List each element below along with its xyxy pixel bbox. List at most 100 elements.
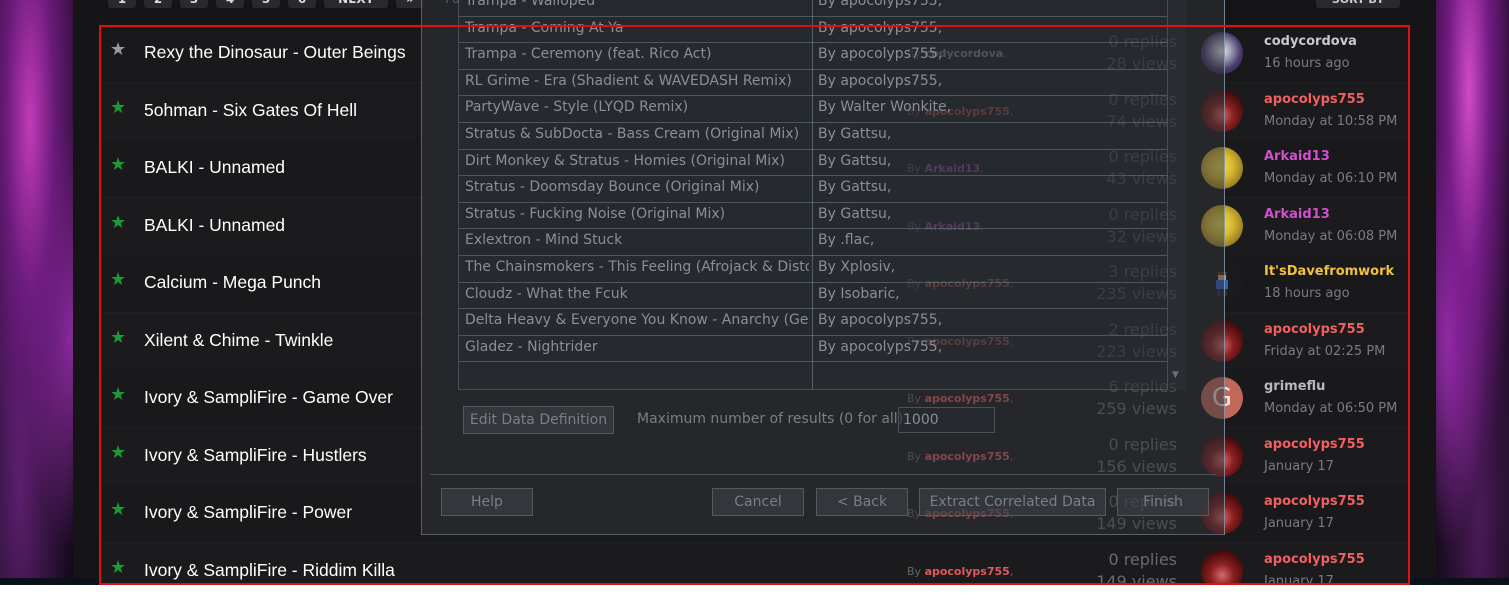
grid-cell-author[interactable]: By apocolyps755, [818, 20, 942, 36]
page-4-button[interactable]: 4 [216, 0, 244, 8]
grid-row[interactable]: Trampa - Ceremony (feat. Rico Act) By ap… [459, 42, 1167, 70]
star-icon[interactable]: ★ [110, 557, 126, 578]
thread-title[interactable]: Ivory & SampliFire - Game Over [144, 387, 393, 408]
page-5-button[interactable]: 5 [252, 0, 280, 8]
max-results-input[interactable]: 1000 [898, 407, 995, 433]
star-icon[interactable]: ★ [110, 385, 126, 405]
grid-cell-title[interactable]: PartyWave - Style (LYQD Remix) [465, 99, 809, 115]
grid-scrollbar[interactable] [1168, 0, 1186, 390]
star-icon[interactable]: ★ [110, 442, 126, 463]
grid-cell-author[interactable]: By apocolyps755, [818, 339, 942, 355]
last-post-time[interactable]: 18 hours ago [1264, 286, 1350, 301]
last-post-time[interactable]: January 17 [1264, 459, 1334, 474]
last-poster-link[interactable]: grimeflu [1264, 379, 1325, 394]
cancel-button[interactable]: Cancel [712, 488, 804, 516]
page-3-button[interactable]: 3 [180, 0, 208, 8]
grid-cell-title[interactable]: Stratus & SubDocta - Bass Cream (Origina… [465, 126, 809, 142]
thread-title[interactable]: Calcium - Mega Punch [144, 272, 321, 293]
sort-by-button[interactable]: SORT BY [1316, 0, 1400, 8]
last-poster-link[interactable]: It'sDavefromwork [1264, 264, 1394, 279]
last-poster-link[interactable]: apocolyps755 [1264, 552, 1365, 567]
star-icon[interactable]: ★ [110, 500, 126, 520]
scroll-down-icon[interactable]: ▼ [1172, 370, 1179, 380]
last-poster-link[interactable]: apocolyps755 [1264, 437, 1365, 452]
last-post-time[interactable]: January 17 [1264, 516, 1334, 531]
results-grid[interactable]: Trampa - Walloped By apocolyps755, Tramp… [458, 0, 1168, 390]
last-poster-link[interactable]: codycordova [1264, 34, 1357, 49]
grid-cell-author[interactable]: By Isobaric, [818, 286, 900, 302]
grid-cell-author[interactable]: By Gattsu, [818, 153, 891, 169]
last-poster-link[interactable]: Arkaid13 [1264, 149, 1330, 164]
page-2-button[interactable]: 2 [144, 0, 172, 8]
page-1-button[interactable]: 1 [108, 0, 136, 8]
finish-button[interactable]: Finish [1117, 488, 1209, 516]
thread-title[interactable]: Ivory & SampliFire - Hustlers [144, 445, 367, 466]
grid-cell-author[interactable]: By Xplosiv, [818, 259, 895, 275]
last-poster-link[interactable]: apocolyps755 [1264, 92, 1365, 107]
grid-row[interactable]: Cloudz - What the Fcuk By Isobaric, [459, 282, 1167, 310]
grid-cell-title[interactable]: Trampa - Coming At Ya [465, 20, 809, 36]
help-button[interactable]: Help [441, 488, 533, 516]
grid-cell-title[interactable]: Trampa - Ceremony (feat. Rico Act) [465, 46, 809, 62]
grid-cell-title[interactable]: Stratus - Doomsday Bounce (Original Mix) [465, 179, 809, 195]
last-post-time[interactable]: January 17 [1264, 574, 1334, 586]
grid-row[interactable]: RL Grime - Era (Shadient & WAVEDASH Remi… [459, 69, 1167, 97]
last-post-time[interactable]: 16 hours ago [1264, 56, 1350, 71]
grid-cell-title[interactable]: RL Grime - Era (Shadient & WAVEDASH Remi… [465, 73, 809, 89]
grid-cell-title[interactable]: The Chainsmokers - This Feeling (Afrojac… [465, 259, 809, 275]
last-post-time[interactable]: Friday at 02:25 PM [1264, 344, 1385, 359]
grid-cell-author[interactable]: By .flac, [818, 232, 874, 248]
grid-cell-title[interactable]: Gladez - Nightrider [465, 339, 809, 355]
grid-cell-author[interactable]: By Gattsu, [818, 179, 891, 195]
page-6-button[interactable]: 6 [288, 0, 316, 8]
grid-cell-title[interactable]: Cloudz - What the Fcuk [465, 286, 809, 302]
star-icon[interactable]: ★ [110, 155, 126, 175]
edit-data-definition-button[interactable]: Edit Data Definition [463, 406, 614, 434]
star-icon[interactable]: ★ [110, 327, 126, 348]
grid-cell-author[interactable]: By Gattsu, [818, 126, 891, 142]
grid-cell-title[interactable]: Stratus - Fucking Noise (Original Mix) [465, 206, 809, 222]
grid-row[interactable]: The Chainsmokers - This Feeling (Afrojac… [459, 255, 1167, 283]
last-page-button[interactable]: » [396, 0, 424, 8]
grid-cell-title[interactable]: Exlextron - Mind Stuck [465, 232, 809, 248]
back-button[interactable]: < Back [816, 488, 908, 516]
grid-row[interactable]: Trampa - Walloped By apocolyps755, [459, 0, 1167, 17]
grid-row[interactable]: PartyWave - Style (LYQD Remix) By Walter… [459, 95, 1167, 123]
grid-row[interactable]: Gladez - Nightrider By apocolyps755, [459, 335, 1167, 363]
next-page-button[interactable]: NEXT [324, 0, 388, 8]
extract-correlated-data-button[interactable]: Extract Correlated Data [919, 488, 1106, 516]
grid-row[interactable]: Trampa - Coming At Ya By apocolyps755, [459, 16, 1167, 44]
grid-row[interactable]: Exlextron - Mind Stuck By .flac, [459, 228, 1167, 256]
grid-cell-author[interactable]: By apocolyps755, [818, 73, 942, 89]
last-poster-link[interactable]: apocolyps755 [1264, 494, 1365, 509]
thread-row[interactable]: ★ Ivory & SampliFire - Riddim Killa By a… [99, 542, 1409, 586]
grid-cell-author[interactable]: By Walter Wonkite, [818, 99, 951, 115]
star-icon[interactable]: ★ [110, 97, 126, 118]
grid-cell-author[interactable]: By Gattsu, [818, 206, 891, 222]
last-post-time[interactable]: Monday at 06:08 PM [1264, 229, 1397, 244]
grid-cell-title[interactable]: Dirt Monkey & Stratus - Homies (Original… [465, 153, 809, 169]
grid-row[interactable]: Stratus & SubDocta - Bass Cream (Origina… [459, 122, 1167, 150]
grid-cell-title[interactable]: Trampa - Walloped [465, 0, 809, 9]
grid-row[interactable]: Stratus - Doomsday Bounce (Original Mix)… [459, 175, 1167, 203]
star-icon[interactable]: ★ [110, 270, 126, 290]
author-link[interactable]: apocolyps755 [925, 565, 1010, 578]
last-post-time[interactable]: Monday at 06:10 PM [1264, 171, 1397, 186]
last-post-time[interactable]: Monday at 06:50 PM [1264, 401, 1397, 416]
thread-title[interactable]: BALKI - Unnamed [144, 215, 285, 236]
grid-cell-author[interactable]: By apocolyps755, [818, 312, 942, 328]
thread-title[interactable]: Xilent & Chime - Twinkle [144, 330, 333, 351]
star-icon[interactable]: ★ [110, 212, 126, 233]
thread-title[interactable]: Ivory & SampliFire - Riddim Killa [144, 560, 395, 581]
star-icon[interactable]: ★ [110, 40, 126, 60]
avatar[interactable] [1201, 549, 1243, 585]
grid-cell-author[interactable]: By apocolyps755, [818, 46, 942, 62]
thread-title[interactable]: Ivory & SampliFire - Power [144, 502, 352, 523]
thread-title[interactable]: 5ohman - Six Gates Of Hell [144, 100, 357, 121]
last-post-time[interactable]: Monday at 10:58 PM [1264, 114, 1397, 129]
grid-row[interactable]: Delta Heavy & Everyone You Know - Anarch… [459, 308, 1167, 336]
grid-row[interactable]: Stratus - Fucking Noise (Original Mix) B… [459, 202, 1167, 230]
grid-row[interactable]: Dirt Monkey & Stratus - Homies (Original… [459, 149, 1167, 177]
grid-cell-title[interactable]: Delta Heavy & Everyone You Know - Anarch… [465, 312, 809, 328]
thread-title[interactable]: Rexy the Dinosaur - Outer Beings [144, 42, 406, 63]
